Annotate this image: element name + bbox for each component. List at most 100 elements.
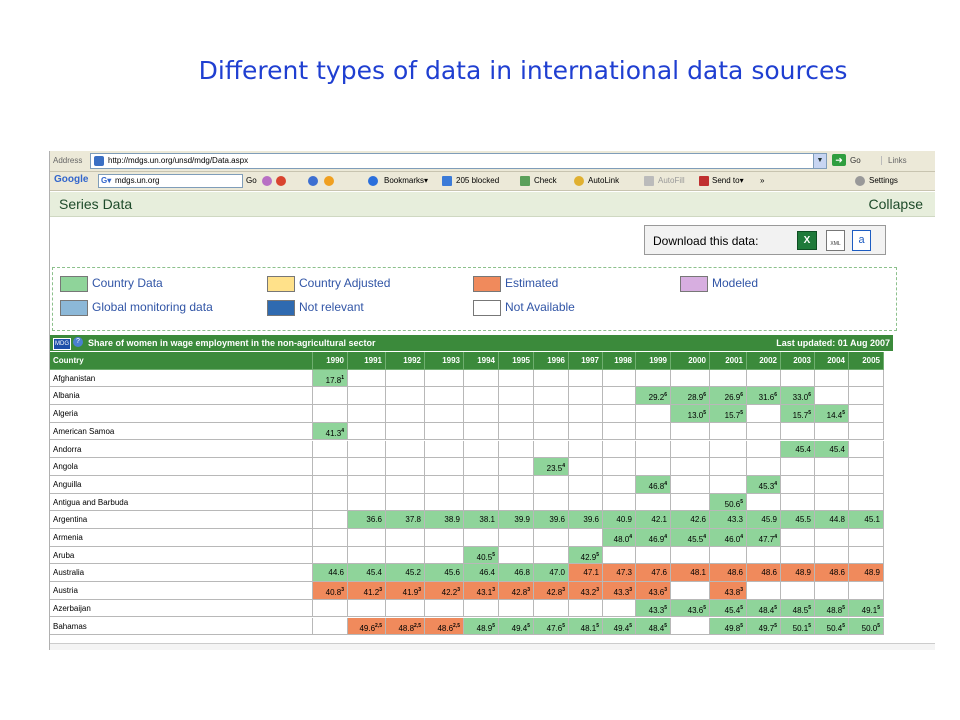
empty-cell (499, 387, 534, 406)
settings-button[interactable]: Settings (869, 176, 898, 185)
data-cell: 40.9 (603, 511, 636, 529)
empty-cell (849, 493, 884, 512)
autofill-icon[interactable] (644, 176, 654, 186)
horizontal-scrollbar[interactable] (50, 643, 935, 650)
empty-cell (425, 599, 464, 618)
empty-cell (386, 458, 425, 476)
google-toolbar: Google G▾ mdgs.un.org Go Bookmarks▾ 205 … (50, 172, 935, 191)
check-button[interactable]: Check (534, 176, 557, 185)
empty-cell (569, 440, 603, 459)
slide-title: Different types of data in international… (198, 56, 848, 85)
star-icon[interactable] (368, 176, 378, 186)
empty-cell (781, 475, 815, 494)
go-button[interactable]: Go (850, 156, 861, 165)
footnote-marker: 3 (341, 587, 344, 594)
empty-cell (348, 599, 386, 618)
spellcheck-icon[interactable] (520, 176, 530, 186)
gmail-icon[interactable] (276, 176, 286, 186)
footnote-marker: 3 (379, 587, 382, 594)
autolink-button[interactable]: AutoLink (588, 176, 619, 185)
collapse-link[interactable]: Collapse (869, 196, 923, 212)
footnote-marker: 5 (740, 410, 743, 417)
links-button[interactable]: Links (881, 156, 907, 165)
data-cell: 48.45 (636, 617, 671, 636)
footnote-marker: 5 (664, 622, 667, 629)
footnote-marker: 5 (774, 604, 777, 611)
empty-cell (534, 422, 569, 441)
empty-cell (348, 475, 386, 494)
empty-cell (348, 422, 386, 441)
footnote-marker: 5 (842, 604, 845, 611)
empty-cell (849, 529, 884, 547)
empty-cell (636, 440, 671, 459)
empty-cell (425, 422, 464, 441)
cell-value: 48.9 (476, 623, 493, 633)
toolbar-more-button[interactable]: » (760, 176, 764, 185)
google-logo[interactable]: Google (54, 174, 88, 185)
cell-value: 45.4 (829, 444, 845, 454)
empty-cell (313, 511, 348, 529)
google-go-button[interactable]: Go (246, 176, 257, 185)
empty-cell (781, 493, 815, 512)
go-arrow-icon[interactable]: ➜ (832, 154, 846, 166)
data-cell: 45.1 (849, 511, 884, 529)
empty-cell (313, 529, 348, 547)
empty-cell (313, 458, 348, 476)
sendto-icon[interactable] (699, 176, 709, 186)
data-cell: 50.05 (849, 617, 884, 636)
legend-swatch (267, 276, 295, 292)
bookmarks-button[interactable]: Bookmarks▾ (384, 176, 428, 185)
empty-cell (603, 599, 636, 618)
column-header-year: 1995 (499, 352, 534, 370)
popup-blocker-icon[interactable] (442, 176, 452, 186)
google-g-icon: G▾ (101, 176, 112, 185)
empty-cell (849, 440, 884, 459)
data-cell: 43.33 (603, 582, 636, 600)
data-cell: 48.45 (747, 599, 781, 618)
country-name: Austria (50, 582, 313, 600)
cell-value: 50.4 (826, 623, 843, 633)
data-cell: 48.62,5 (425, 617, 464, 636)
cell-value: 49.4 (613, 623, 630, 633)
empty-cell (348, 493, 386, 512)
country-name: Armenia (50, 529, 313, 547)
help-icon[interactable]: ? (73, 337, 83, 347)
empty-cell (603, 405, 636, 423)
data-cell: 47.6 (636, 564, 671, 583)
toolbar-tool-icon[interactable] (262, 176, 272, 186)
autofill-button[interactable]: AutoFill (658, 176, 685, 185)
address-dropdown-icon[interactable]: ▼ (813, 153, 827, 169)
sendto-button[interactable]: Send to▾ (712, 176, 744, 185)
cell-value: 45.4 (724, 605, 741, 615)
empty-cell (464, 369, 499, 388)
empty-cell (849, 387, 884, 406)
footnote-marker: 4 (562, 463, 565, 470)
excel-download-icon[interactable]: X (797, 231, 817, 250)
empty-cell (710, 475, 747, 494)
settings-icon[interactable] (855, 176, 865, 186)
country-name: Bahamas (50, 617, 313, 636)
data-cell: 43.83 (710, 582, 747, 600)
empty-cell (781, 369, 815, 388)
orkut-icon[interactable] (324, 176, 334, 186)
text-download-icon[interactable]: a (852, 230, 871, 251)
empty-cell (747, 546, 781, 565)
empty-cell (569, 599, 603, 618)
footnote-marker: 5 (740, 498, 743, 505)
cell-value: 49.7 (758, 623, 775, 633)
cell-value: 43.3 (727, 515, 743, 525)
empty-cell (499, 475, 534, 494)
cell-value: 40.9 (616, 515, 632, 525)
blocked-button[interactable]: 205 blocked (456, 176, 499, 185)
address-input[interactable]: http://mdgs.un.org/unsd/mdg/Data.aspx (90, 153, 827, 169)
xml-download-icon[interactable]: XML (826, 230, 845, 251)
google-search-input[interactable]: G▾ mdgs.un.org (98, 174, 243, 188)
empty-cell (386, 599, 425, 618)
globe-icon[interactable] (308, 176, 318, 186)
footnote-marker: 6 (740, 392, 743, 399)
data-cell: 29.26 (636, 387, 671, 406)
empty-cell (781, 582, 815, 600)
legend-label: Country Data (92, 276, 163, 290)
autolink-icon[interactable] (574, 176, 584, 186)
footnote-marker: 4 (703, 534, 706, 540)
